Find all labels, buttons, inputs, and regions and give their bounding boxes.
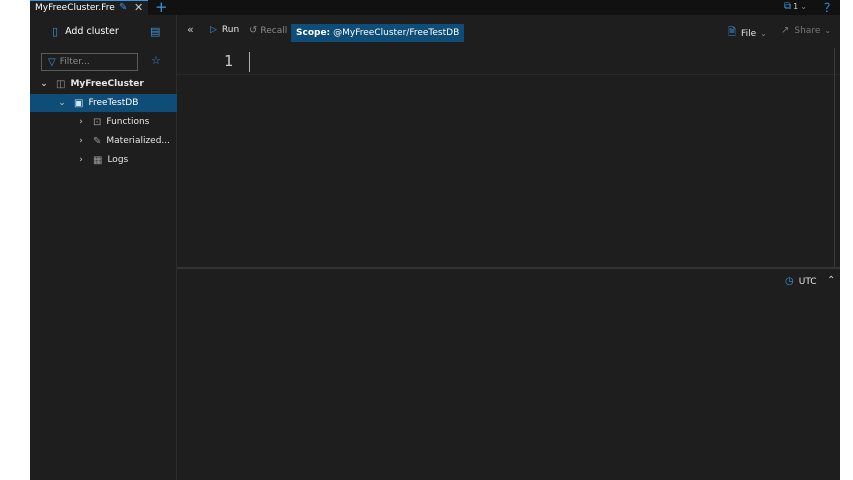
- close-icon[interactable]: ✕: [134, 1, 143, 14]
- connection-panel: ▯ Add cluster ▤ ▽ ☆ ⌄ ◫ MyFreeCluster ⌄ …: [30, 15, 177, 480]
- run-label: Run: [221, 25, 240, 35]
- filter-options-icon[interactable]: ☆: [151, 54, 161, 67]
- tree-item-label: FreeTestDB: [88, 98, 139, 108]
- expand-up-icon[interactable]: ⌃: [827, 275, 835, 286]
- query-toolbar: « ▷ Run ↺ Recall Scope: @MyFreeCluster/F…: [177, 15, 840, 48]
- tree-item-cluster[interactable]: ⌄ ◫ MyFreeCluster: [30, 75, 177, 93]
- tree-item-label: Logs: [107, 155, 129, 165]
- clock-icon: ◷: [785, 276, 794, 287]
- play-icon: ▷: [210, 25, 217, 35]
- table-icon: ▦: [93, 154, 103, 166]
- connections-button[interactable]: ⧉ 1 ⌄: [784, 1, 807, 12]
- tab-bar: MyFreeCluster.Fre... ✎ ✕ + ⧉ 1 ⌄ ？: [30, 0, 840, 16]
- collapse-panel-icon[interactable]: «: [187, 23, 194, 36]
- pencil-icon[interactable]: ✎: [119, 2, 127, 13]
- query-tab[interactable]: MyFreeCluster.Fre... ✎ ✕: [30, 0, 148, 15]
- tree-item-label: Materialized...: [106, 136, 171, 146]
- materialized-view-icon: ✎: [93, 135, 102, 147]
- scope-indicator[interactable]: Scope: @MyFreeCluster/FreeTestDB: [291, 24, 465, 42]
- chevron-down-icon[interactable]: ⌄: [39, 79, 49, 89]
- filter-field[interactable]: ▽: [41, 53, 138, 71]
- tab-title: MyFreeCluster.Fre...: [35, 3, 115, 13]
- chevron-down-icon: ⌄: [824, 26, 832, 35]
- database-icon: ▣: [74, 97, 84, 109]
- tree-item-logs[interactable]: › ▦ Logs: [30, 151, 177, 169]
- file-icon: 🗎: [728, 27, 737, 38]
- filter-icon: ▽: [48, 56, 56, 68]
- tree-item-functions[interactable]: › ⊡ Functions: [30, 113, 177, 131]
- cluster-icon: ◫: [56, 78, 66, 90]
- current-line-highlight: [177, 74, 840, 75]
- help-icon[interactable]: ？: [824, 0, 836, 16]
- add-cluster-label: Add cluster: [65, 26, 119, 37]
- share-menu-button[interactable]: ↗ Share ⌄: [781, 25, 831, 36]
- recall-label: Recall: [260, 25, 288, 36]
- plus-icon[interactable]: +: [155, 0, 168, 16]
- tree-item-label: Functions: [106, 117, 150, 127]
- file-menu-button[interactable]: 🗎 File ⌄: [728, 25, 767, 42]
- connections-count: 1: [793, 2, 799, 11]
- copy-icon: ⧉: [784, 1, 792, 12]
- timezone-label: UTC: [798, 276, 817, 287]
- timezone-button[interactable]: ◷ UTC: [785, 276, 817, 287]
- chevron-right-icon[interactable]: ›: [76, 155, 86, 165]
- filter-input[interactable]: [59, 57, 130, 67]
- recall-button[interactable]: ↺ Recall: [249, 25, 287, 36]
- run-button[interactable]: ▷ Run: [210, 25, 239, 35]
- chevron-down-icon: ⌄: [800, 2, 807, 11]
- tree-item-database[interactable]: ⌄ ▣ FreeTestDB: [30, 94, 177, 112]
- file-label: File: [741, 28, 757, 39]
- add-cluster-icon: ▯: [52, 25, 59, 38]
- function-icon: ⊡: [93, 116, 102, 128]
- line-number: 1: [223, 52, 233, 70]
- chevron-down-icon[interactable]: ⌄: [57, 98, 67, 108]
- share-icon: ↗: [781, 25, 790, 36]
- history-icon: ↺: [249, 25, 258, 36]
- kusto-query-app: MyFreeCluster.Fre... ✎ ✕ + ⧉ 1 ⌄ ？ ▯ Add c…: [30, 0, 840, 480]
- tree-item-materialized-views[interactable]: › ✎ Materialized...: [30, 132, 177, 150]
- scope-value: @MyFreeCluster/FreeTestDB: [333, 28, 460, 38]
- chevron-down-icon: ⌄: [760, 29, 767, 38]
- panel-layout-icon[interactable]: ▤: [150, 25, 160, 38]
- results-pane: ◷ UTC ⌃: [177, 269, 840, 480]
- chevron-right-icon[interactable]: ›: [76, 136, 86, 146]
- query-editor[interactable]: 1: [177, 48, 840, 267]
- text-cursor: [249, 52, 250, 72]
- chevron-right-icon[interactable]: ›: [76, 117, 86, 127]
- share-label: Share: [794, 25, 821, 36]
- editor-scrollbar[interactable]: [834, 48, 835, 267]
- scope-prefix: Scope:: [296, 28, 331, 38]
- add-cluster-button[interactable]: ▯ Add cluster: [52, 25, 119, 38]
- tree-item-label: MyFreeCluster: [70, 79, 144, 89]
